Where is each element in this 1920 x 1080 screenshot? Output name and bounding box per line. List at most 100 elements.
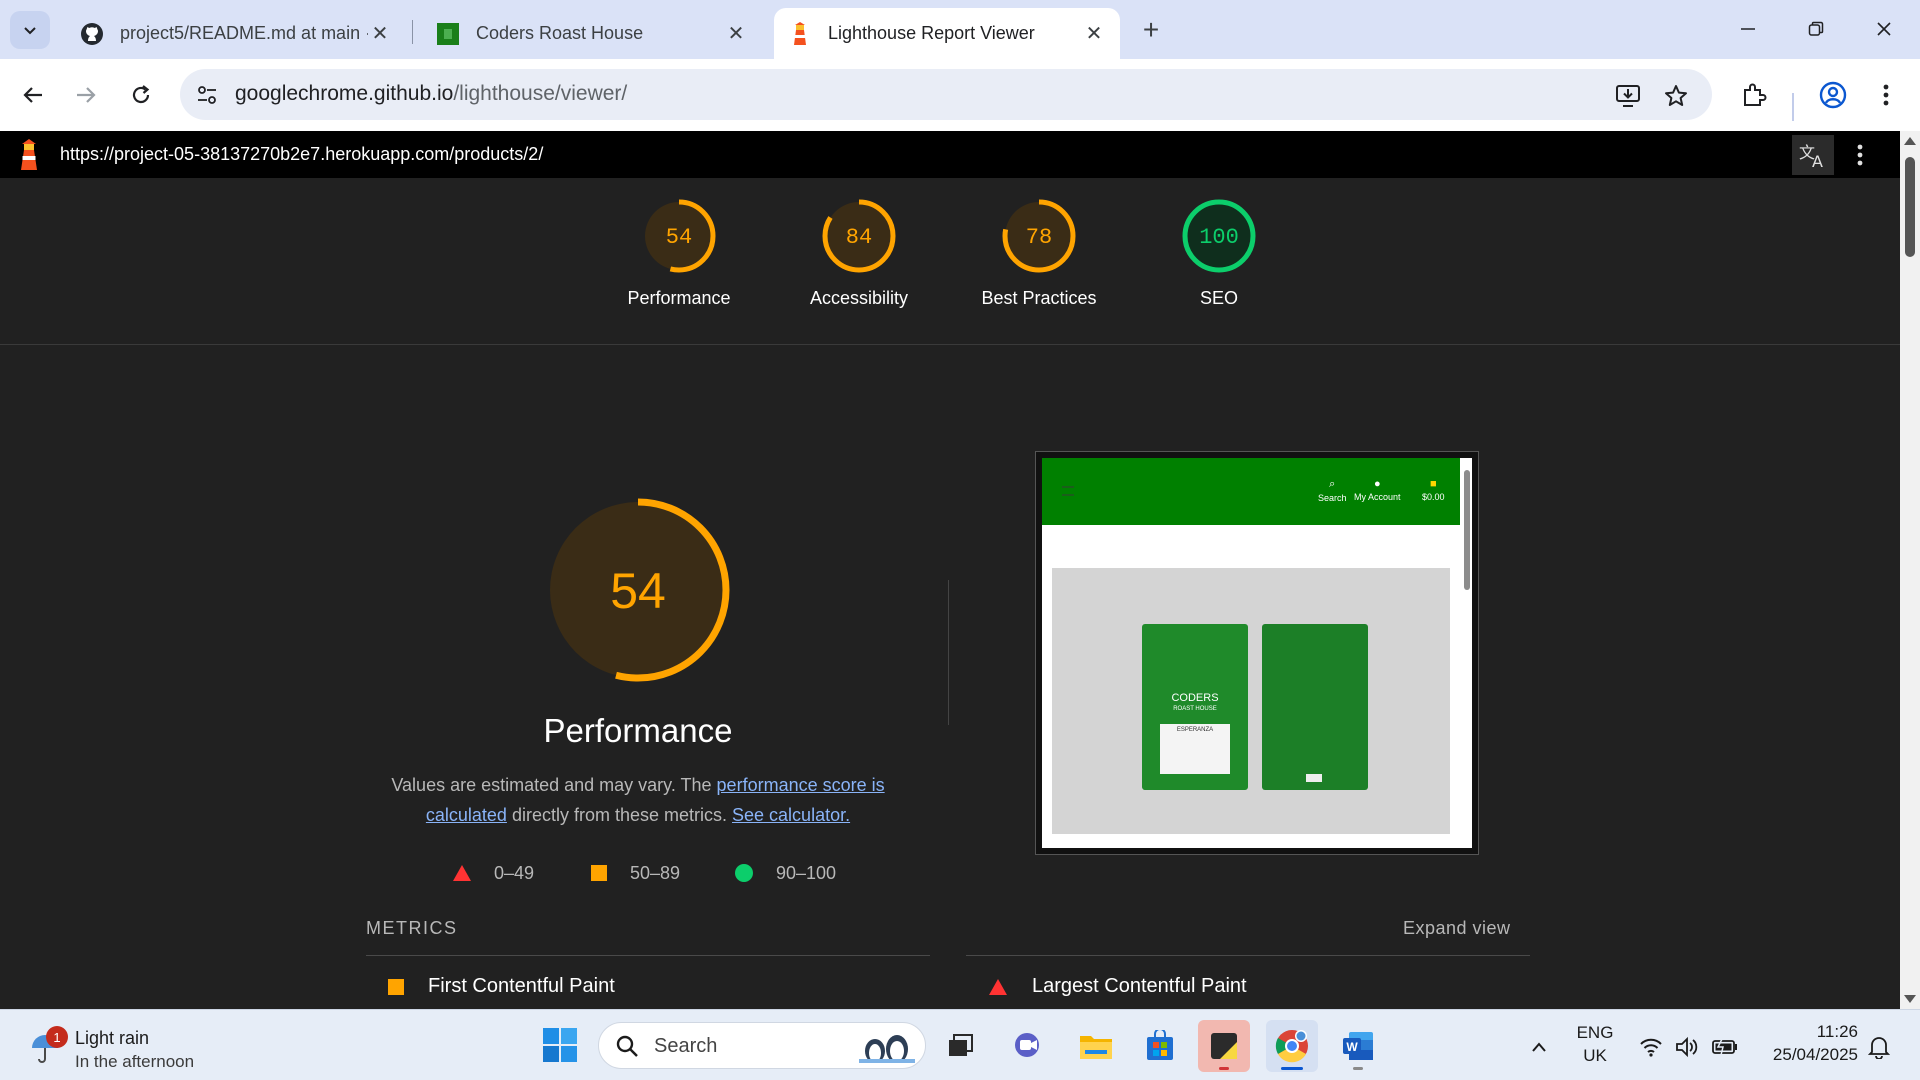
weather-title: Light rain — [75, 1028, 150, 1048]
tab-lighthouse-viewer[interactable]: Lighthouse Report Viewer ✕ — [774, 8, 1120, 59]
minimize-icon — [1741, 28, 1755, 30]
close-tab-icon[interactable]: ✕ — [368, 22, 392, 46]
more-vert-icon[interactable] — [1848, 139, 1872, 171]
search-icon: ⌕ — [1329, 478, 1336, 490]
square-icon — [591, 865, 607, 881]
coffee-bag-back — [1262, 624, 1368, 790]
gauge-score: 100 — [1199, 225, 1239, 250]
close-tab-icon[interactable]: ✕ — [1082, 22, 1106, 46]
restore-button[interactable] — [1792, 12, 1840, 46]
scroll-up-arrow[interactable] — [1904, 137, 1916, 145]
address-bar[interactable]: googlechrome.github.io/lighthouse/viewer… — [180, 69, 1712, 120]
thumbnail-scrollbar[interactable] — [1464, 462, 1470, 842]
legend-average: 50–89 — [590, 861, 680, 885]
performance-title: Performance — [543, 712, 733, 749]
clock[interactable]: 11:26 25/04/2025 — [1756, 1022, 1858, 1065]
new-tab-button[interactable]: + — [1134, 13, 1168, 47]
bag-brand: CODERS — [1171, 692, 1219, 704]
file-explorer-icon[interactable] — [1070, 1020, 1122, 1072]
square-icon — [388, 978, 404, 995]
microsoft-store-icon[interactable] — [1134, 1020, 1186, 1072]
see-calculator-link[interactable]: See calculator. — [732, 805, 850, 825]
weather-widget[interactable]: 1 Light rain In the afternoon — [30, 1022, 230, 1071]
gauge-accessibility[interactable]: 84 Accessibility — [789, 198, 929, 309]
svg-text:A: A — [1812, 152, 1823, 169]
performance-description: Values are estimated and may vary. The p… — [360, 770, 916, 830]
puzzle-icon — [1744, 83, 1767, 106]
performance-score: 54 — [610, 563, 666, 619]
language-indicator[interactable]: ENG UK — [1572, 1023, 1618, 1066]
extensions-button[interactable] — [1738, 79, 1770, 111]
desc-text: Values are estimated and may vary. The — [391, 775, 717, 795]
reload-button[interactable] — [122, 76, 160, 114]
report-url[interactable]: https://project-05-38137270b2e7.herokuap… — [60, 144, 543, 165]
search-label: Search — [654, 1035, 718, 1057]
gauge-performance[interactable]: 54 Performance — [609, 198, 749, 309]
site-info-icon[interactable] — [194, 82, 220, 108]
chevron-down-icon — [24, 27, 36, 35]
chrome-icon[interactable] — [1266, 1020, 1318, 1072]
profile-button[interactable] — [1817, 79, 1849, 111]
url-text: googlechrome.github.io/lighthouse/viewer… — [235, 82, 627, 106]
gauge-label: SEO — [1199, 288, 1238, 308]
close-window-button[interactable] — [1860, 12, 1908, 46]
thumbnail-nav-label: My Account — [1354, 492, 1401, 502]
task-view-icon[interactable] — [934, 1020, 986, 1072]
gauge-score: 54 — [666, 225, 692, 250]
taskbar-search[interactable]: Search — [598, 1022, 926, 1069]
wifi-icon[interactable] — [1638, 1034, 1664, 1060]
tab-github-readme[interactable]: project5/README.md at main · ✕ — [66, 8, 406, 59]
battery-icon[interactable] — [1712, 1034, 1738, 1060]
forward-button[interactable] — [67, 76, 105, 114]
windows-start-button[interactable] — [542, 1027, 578, 1063]
final-screenshot[interactable]: ⌕ Search ● My Account ■ $0.00 CODERS ROAST … — [1035, 451, 1479, 855]
url-host: googlechrome.github.io — [235, 82, 454, 105]
circle-icon — [735, 864, 753, 882]
weather-subtitle: In the afternoon — [75, 1052, 195, 1071]
close-tab-icon[interactable]: ✕ — [724, 22, 748, 46]
thumbnail-site-header: ⌕ Search ● My Account ■ $0.00 — [1042, 458, 1460, 525]
back-button[interactable] — [14, 76, 52, 114]
teams-chat-icon[interactable] — [1002, 1020, 1054, 1072]
scroll-thumb[interactable] — [1905, 157, 1915, 257]
gauge-best-practices[interactable]: 78 Best Practices — [969, 198, 1109, 309]
bag-icon: ■ — [1429, 478, 1437, 490]
browser-toolbar: googlechrome.github.io/lighthouse/viewer… — [0, 59, 1920, 131]
legend-range: 90–100 — [776, 862, 837, 883]
toolbar-separator — [1792, 93, 1794, 121]
language-code: ENG — [1576, 1023, 1614, 1042]
hamburger-icon — [1062, 486, 1074, 496]
more-vert-icon — [1883, 84, 1889, 106]
tab-title: Lighthouse Report Viewer — [828, 23, 1035, 43]
notification-bell-icon[interactable] — [1866, 1034, 1892, 1060]
legend-range: 50–89 — [630, 862, 681, 883]
volume-icon[interactable] — [1674, 1034, 1700, 1060]
word-icon[interactable]: W — [1332, 1020, 1384, 1072]
tab-coders-roast-house[interactable]: Coders Roast House ✕ — [422, 8, 762, 59]
page-scrollbar[interactable] — [1900, 131, 1920, 1009]
browser-tab-strip: project5/README.md at main · ✕ Coders Ro… — [0, 0, 1920, 59]
legend-range: 0–49 — [494, 862, 535, 883]
performance-gauge-large: 54 — [538, 490, 738, 690]
bookmark-star-icon[interactable] — [1662, 82, 1690, 110]
tab-title: project5/README.md at main · — [120, 23, 368, 43]
thumbnail-nav-cart: ■ $0.00 — [1422, 478, 1445, 502]
chrome-menu-button[interactable] — [1870, 79, 1902, 111]
gauge-score: 84 — [846, 225, 872, 250]
sticky-notes-icon[interactable] — [1198, 1020, 1250, 1072]
install-app-icon[interactable] — [1614, 82, 1642, 110]
tab-search-button[interactable] — [10, 11, 50, 49]
arrow-left-icon — [23, 87, 42, 103]
minimize-button[interactable] — [1724, 12, 1772, 46]
reload-icon — [132, 85, 150, 104]
gauge-seo[interactable]: 100 SEO — [1149, 198, 1289, 309]
coffee-bag-front: CODERS ROAST HOUSE ESPERANZA — [1142, 624, 1248, 790]
github-icon — [80, 22, 104, 46]
triangle-icon — [453, 865, 471, 881]
translate-icon[interactable]: 文A — [1792, 135, 1834, 175]
chevron-up-icon[interactable] — [1526, 1034, 1552, 1060]
expand-view-toggle[interactable]: Expand view — [1403, 918, 1511, 939]
scroll-down-arrow[interactable] — [1904, 995, 1916, 1003]
desc-text: directly from these metrics. — [506, 805, 733, 825]
lighthouse-topbar: https://project-05-38137270b2e7.herokuap… — [0, 131, 1900, 178]
